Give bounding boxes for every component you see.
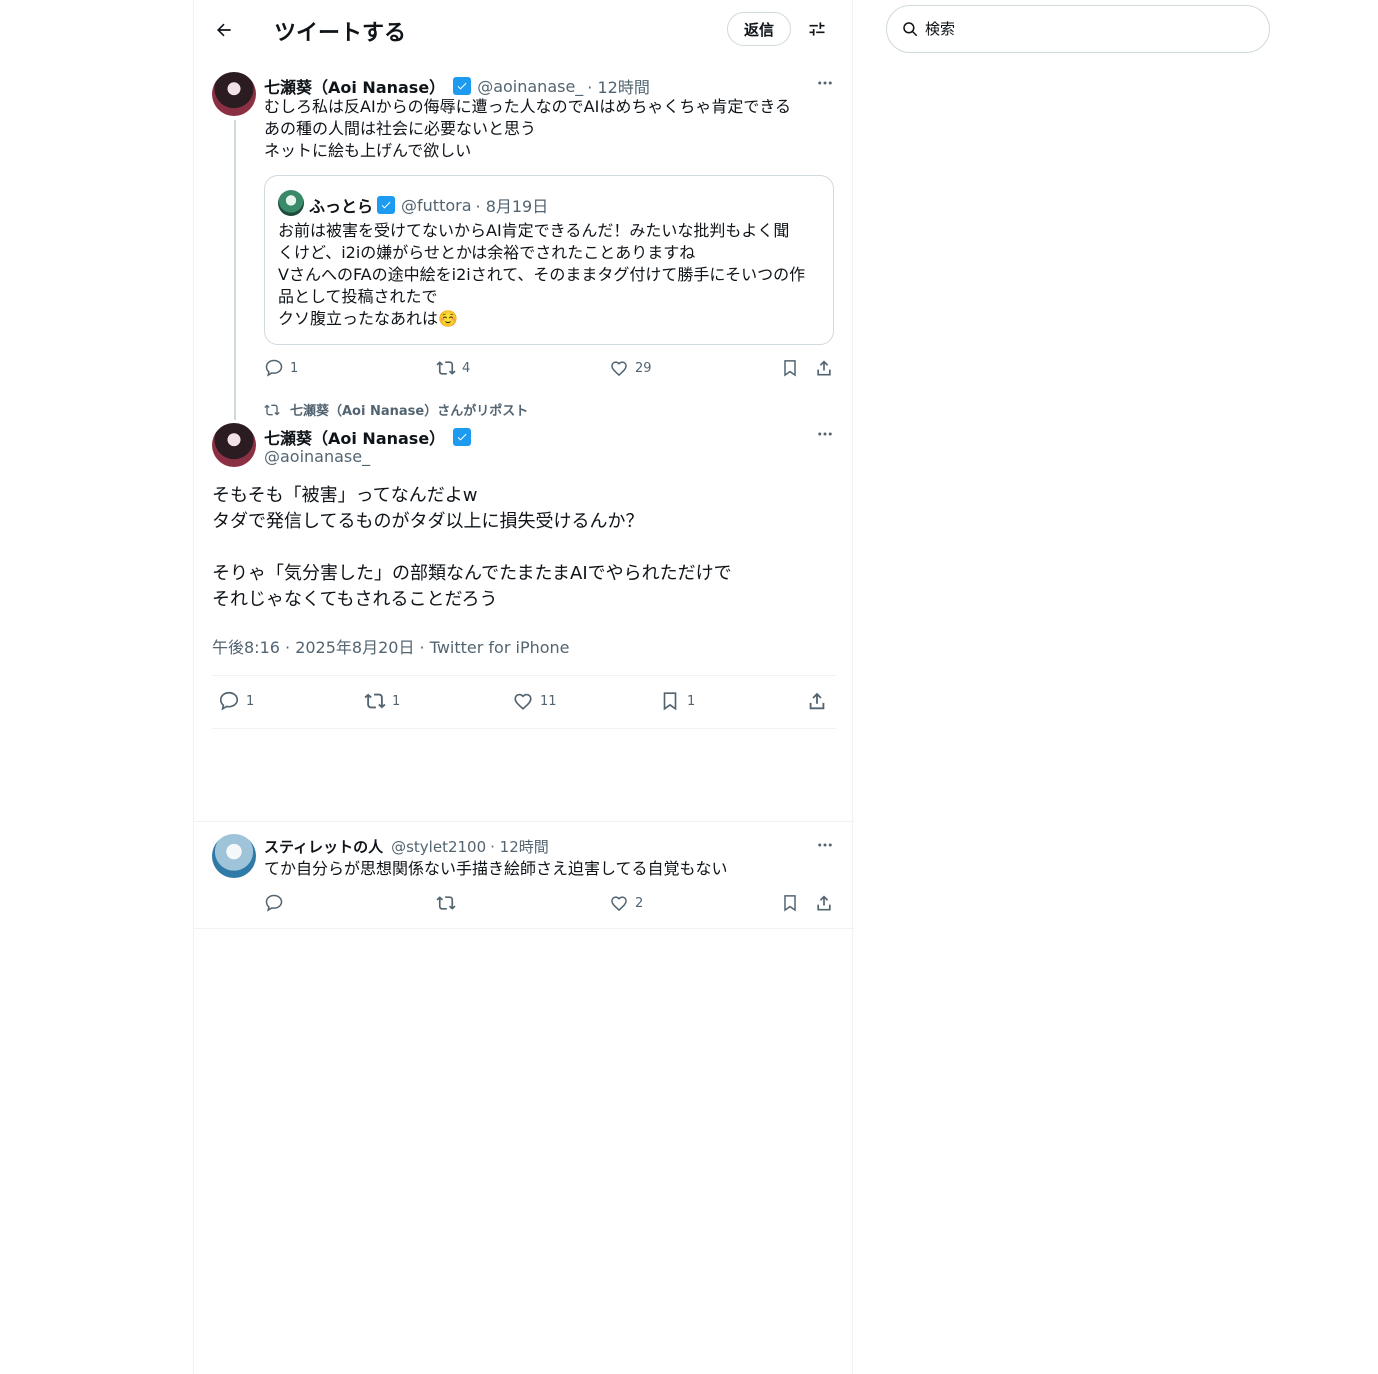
repost-icon: [264, 404, 280, 415]
reply-action[interactable]: 1: [218, 690, 254, 712]
quote-time: · 8月19日: [475, 197, 549, 216]
bookmark-icon: [784, 895, 796, 912]
repost-action[interactable]: [436, 893, 462, 913]
avatar[interactable]: [212, 834, 256, 878]
like-count: 29: [635, 360, 652, 376]
bookmark-count: 1: [687, 693, 696, 709]
bookmark-action[interactable]: 1: [659, 690, 695, 712]
reply-tweet-header: スティレットの人 @stylet2100 · 12時間: [264, 836, 549, 857]
share-action[interactable]: [806, 690, 834, 712]
author-handle[interactable]: @stylet2100: [391, 838, 486, 856]
reply-icon: [265, 894, 283, 912]
header: ツイートする 返信: [194, 0, 854, 60]
bookmark-action[interactable]: [780, 358, 806, 378]
tweet-text: むしろ私は反AIからの侮辱に遭った人なのでAIはめちゃくちゃ肯定できる あの種の…: [264, 97, 792, 160]
reply-action[interactable]: [264, 893, 290, 913]
verified-icon: [453, 77, 472, 95]
share-icon: [817, 360, 831, 376]
quote-avatar: [278, 190, 304, 216]
more-icon: [818, 843, 832, 847]
main-tweet-text: そもそも「被害」ってなんだよw タダで発信してるものがタダ以上に損失受けるんか？…: [212, 485, 732, 610]
author-handle[interactable]: @aoinanase_: [477, 77, 583, 96]
tweet-time[interactable]: · 12時間: [490, 836, 549, 857]
reply-icon: [265, 359, 283, 377]
bookmark-action[interactable]: [780, 893, 806, 913]
author-name[interactable]: 七瀬葵（Aoi Nanase）: [264, 74, 445, 98]
main-column: ツイートする 返信 七瀬葵（Aoi Nanase） @aoinanase_ · …: [193, 0, 854, 1374]
repost-indicator: 七瀬葵（Aoi Nanase）さんがリポスト: [264, 400, 528, 419]
like-action[interactable]: 2: [609, 893, 643, 913]
repost-label[interactable]: 七瀬葵（Aoi Nanase）さんがリポスト: [290, 400, 528, 419]
share-action[interactable]: [814, 358, 840, 378]
like-icon: [611, 896, 627, 912]
repost-action[interactable]: 1: [364, 690, 400, 712]
repost-count: 4: [462, 360, 471, 376]
reply-count: 1: [290, 360, 299, 376]
tune-button[interactable]: [802, 14, 832, 44]
divider: [212, 675, 836, 676]
like-action[interactable]: 11: [512, 690, 557, 712]
back-button[interactable]: [208, 14, 240, 46]
reply-icon: [219, 691, 239, 711]
verified-icon: [453, 428, 472, 446]
quote-tweet-card[interactable]: ふっとら @futtora · 8月19日 お前は被害を受けてないからAI肯定で…: [264, 175, 834, 345]
like-action[interactable]: 29: [609, 358, 652, 378]
repost-icon: [364, 693, 386, 709]
quote-text: お前は被害を受けてないからAI肯定できるんだ！みたいな批判もよく聞 くけど、i2…: [278, 221, 806, 328]
author-name[interactable]: スティレットの人: [264, 836, 383, 857]
bookmark-icon: [784, 360, 796, 377]
tweet-text: てか自分らが思想関係ない手描き絵師さえ迫害してる自覚もない: [264, 859, 728, 878]
back-arrow-icon: [217, 23, 231, 37]
tweet-time[interactable]: · 12時間: [587, 74, 650, 98]
like-icon: [611, 361, 627, 377]
thread-line: [234, 120, 236, 420]
tune-icon: [809, 22, 825, 36]
more-button[interactable]: [814, 72, 836, 94]
repost-icon: [436, 896, 456, 910]
more-icon: [818, 432, 832, 436]
divider: [194, 928, 854, 929]
more-icon: [818, 81, 832, 85]
like-count: 2: [635, 895, 644, 911]
repost-count: 1: [392, 693, 401, 709]
parent-tweet-header: 七瀬葵（Aoi Nanase） @aoinanase_ · 12時間: [264, 74, 650, 98]
author-handle[interactable]: @aoinanase_: [264, 447, 370, 466]
search-icon: [903, 22, 918, 37]
main-tweet-header: 七瀬葵（Aoi Nanase）: [264, 425, 477, 449]
share-icon: [809, 692, 825, 710]
reply-action[interactable]: 1: [264, 358, 298, 378]
quote-header: ふっとら @futtora · 8月19日: [309, 193, 548, 217]
tweet-meta[interactable]: 午後8:16 · 2025年8月20日 · Twitter for iPhone: [212, 634, 570, 658]
share-action[interactable]: [814, 893, 840, 913]
quote-author-handle: @futtora: [401, 195, 472, 215]
reply-composer-area: [194, 730, 854, 822]
more-button[interactable]: [814, 423, 836, 445]
bookmark-icon: [663, 692, 677, 711]
search-box[interactable]: [886, 5, 1270, 53]
quote-author-name: ふっとら: [309, 197, 374, 216]
more-button[interactable]: [814, 834, 836, 856]
repost-icon: [436, 361, 456, 375]
avatar[interactable]: [212, 72, 256, 116]
author-name[interactable]: 七瀬葵（Aoi Nanase）: [264, 425, 445, 449]
repost-action[interactable]: 4: [436, 358, 470, 378]
page-title: ツイートする: [274, 21, 407, 46]
reply-filter-button[interactable]: 返信: [727, 12, 792, 46]
divider: [212, 728, 836, 729]
avatar[interactable]: [212, 423, 256, 467]
verified-icon: [377, 196, 396, 214]
search-input[interactable]: [925, 20, 1245, 38]
reply-count: 1: [246, 693, 255, 709]
share-icon: [817, 895, 831, 911]
like-icon: [514, 693, 532, 710]
like-count: 11: [540, 693, 557, 709]
